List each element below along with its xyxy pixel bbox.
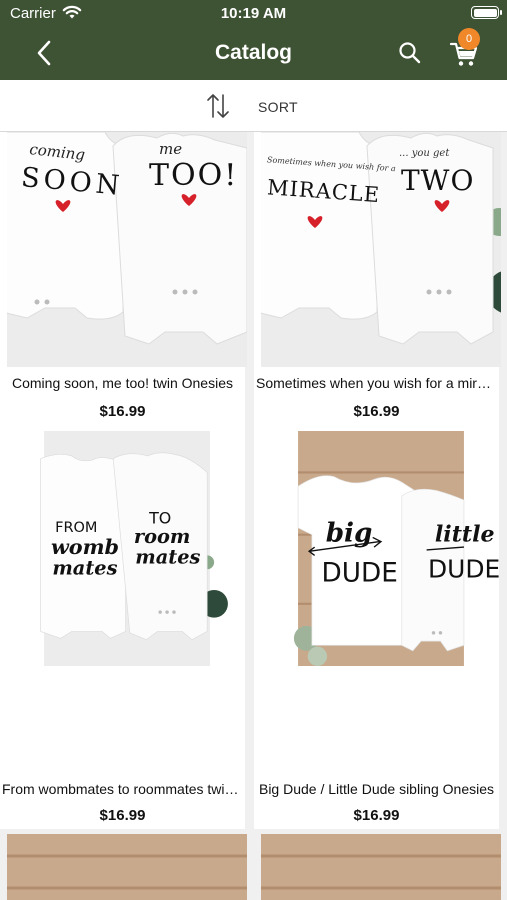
product-card[interactable]: big DUDE little DUDE Big Dude / Little D…	[254, 431, 500, 829]
sort-bar: SORT	[0, 80, 507, 132]
product-image: Sometimes when you wish for a MIRACLE ..…	[261, 132, 501, 367]
print-text: FROM	[55, 520, 97, 536]
sort-label: SORT	[258, 99, 298, 115]
back-chevron-icon[interactable]	[30, 38, 60, 68]
status-bar: Carrier 10:19 AM	[0, 0, 507, 28]
print-text: DUDE	[428, 555, 500, 584]
search-icon[interactable]	[395, 38, 425, 68]
product-image-partial	[7, 834, 247, 900]
product-image: FROM womb mates TO room mates	[40, 431, 228, 666]
product-grid: coming SOON me TOO! Coming soon, me too!…	[0, 132, 507, 900]
print-text: ... you get	[399, 148, 450, 159]
sort-arrows-icon	[207, 94, 229, 118]
battery-icon	[471, 6, 502, 19]
page-title: Catalog	[214, 41, 292, 64]
product-name: Big Dude / Little Dude sibling Onesies	[258, 781, 495, 797]
status-time: 10:19 AM	[220, 5, 287, 22]
sort-button[interactable]: SORT	[200, 90, 310, 122]
product-name: Coming soon, me too! twin Onesies	[12, 375, 233, 391]
product-price: $16.99	[353, 403, 400, 420]
product-card[interactable]: FROM womb mates TO room mates From wombm…	[0, 431, 245, 829]
print-text: TOO!	[149, 158, 238, 193]
product-price: $16.99	[99, 807, 146, 824]
product-name: From wombmates to roommates twin Onesies	[2, 781, 243, 797]
cart-count-badge: 0	[458, 28, 480, 50]
print-text: mates	[135, 546, 200, 569]
product-image: coming SOON me TOO!	[7, 132, 247, 367]
print-text: little	[435, 522, 495, 548]
top-bar: Carrier 10:19 AM Catalog 0	[0, 0, 507, 80]
product-image-partial	[261, 834, 501, 900]
product-image: big DUDE little DUDE	[293, 431, 500, 666]
product-price: $16.99	[99, 403, 146, 420]
print-text: womb	[51, 535, 119, 559]
product-name: Sometimes when you wish for a miracle	[256, 375, 497, 391]
print-text: mates	[52, 557, 117, 580]
product-price: $16.99	[353, 807, 400, 824]
print-text: DUDE	[322, 559, 398, 589]
print-text: me	[159, 140, 182, 158]
print-text: room	[134, 525, 190, 548]
print-text: TWO	[401, 164, 474, 197]
